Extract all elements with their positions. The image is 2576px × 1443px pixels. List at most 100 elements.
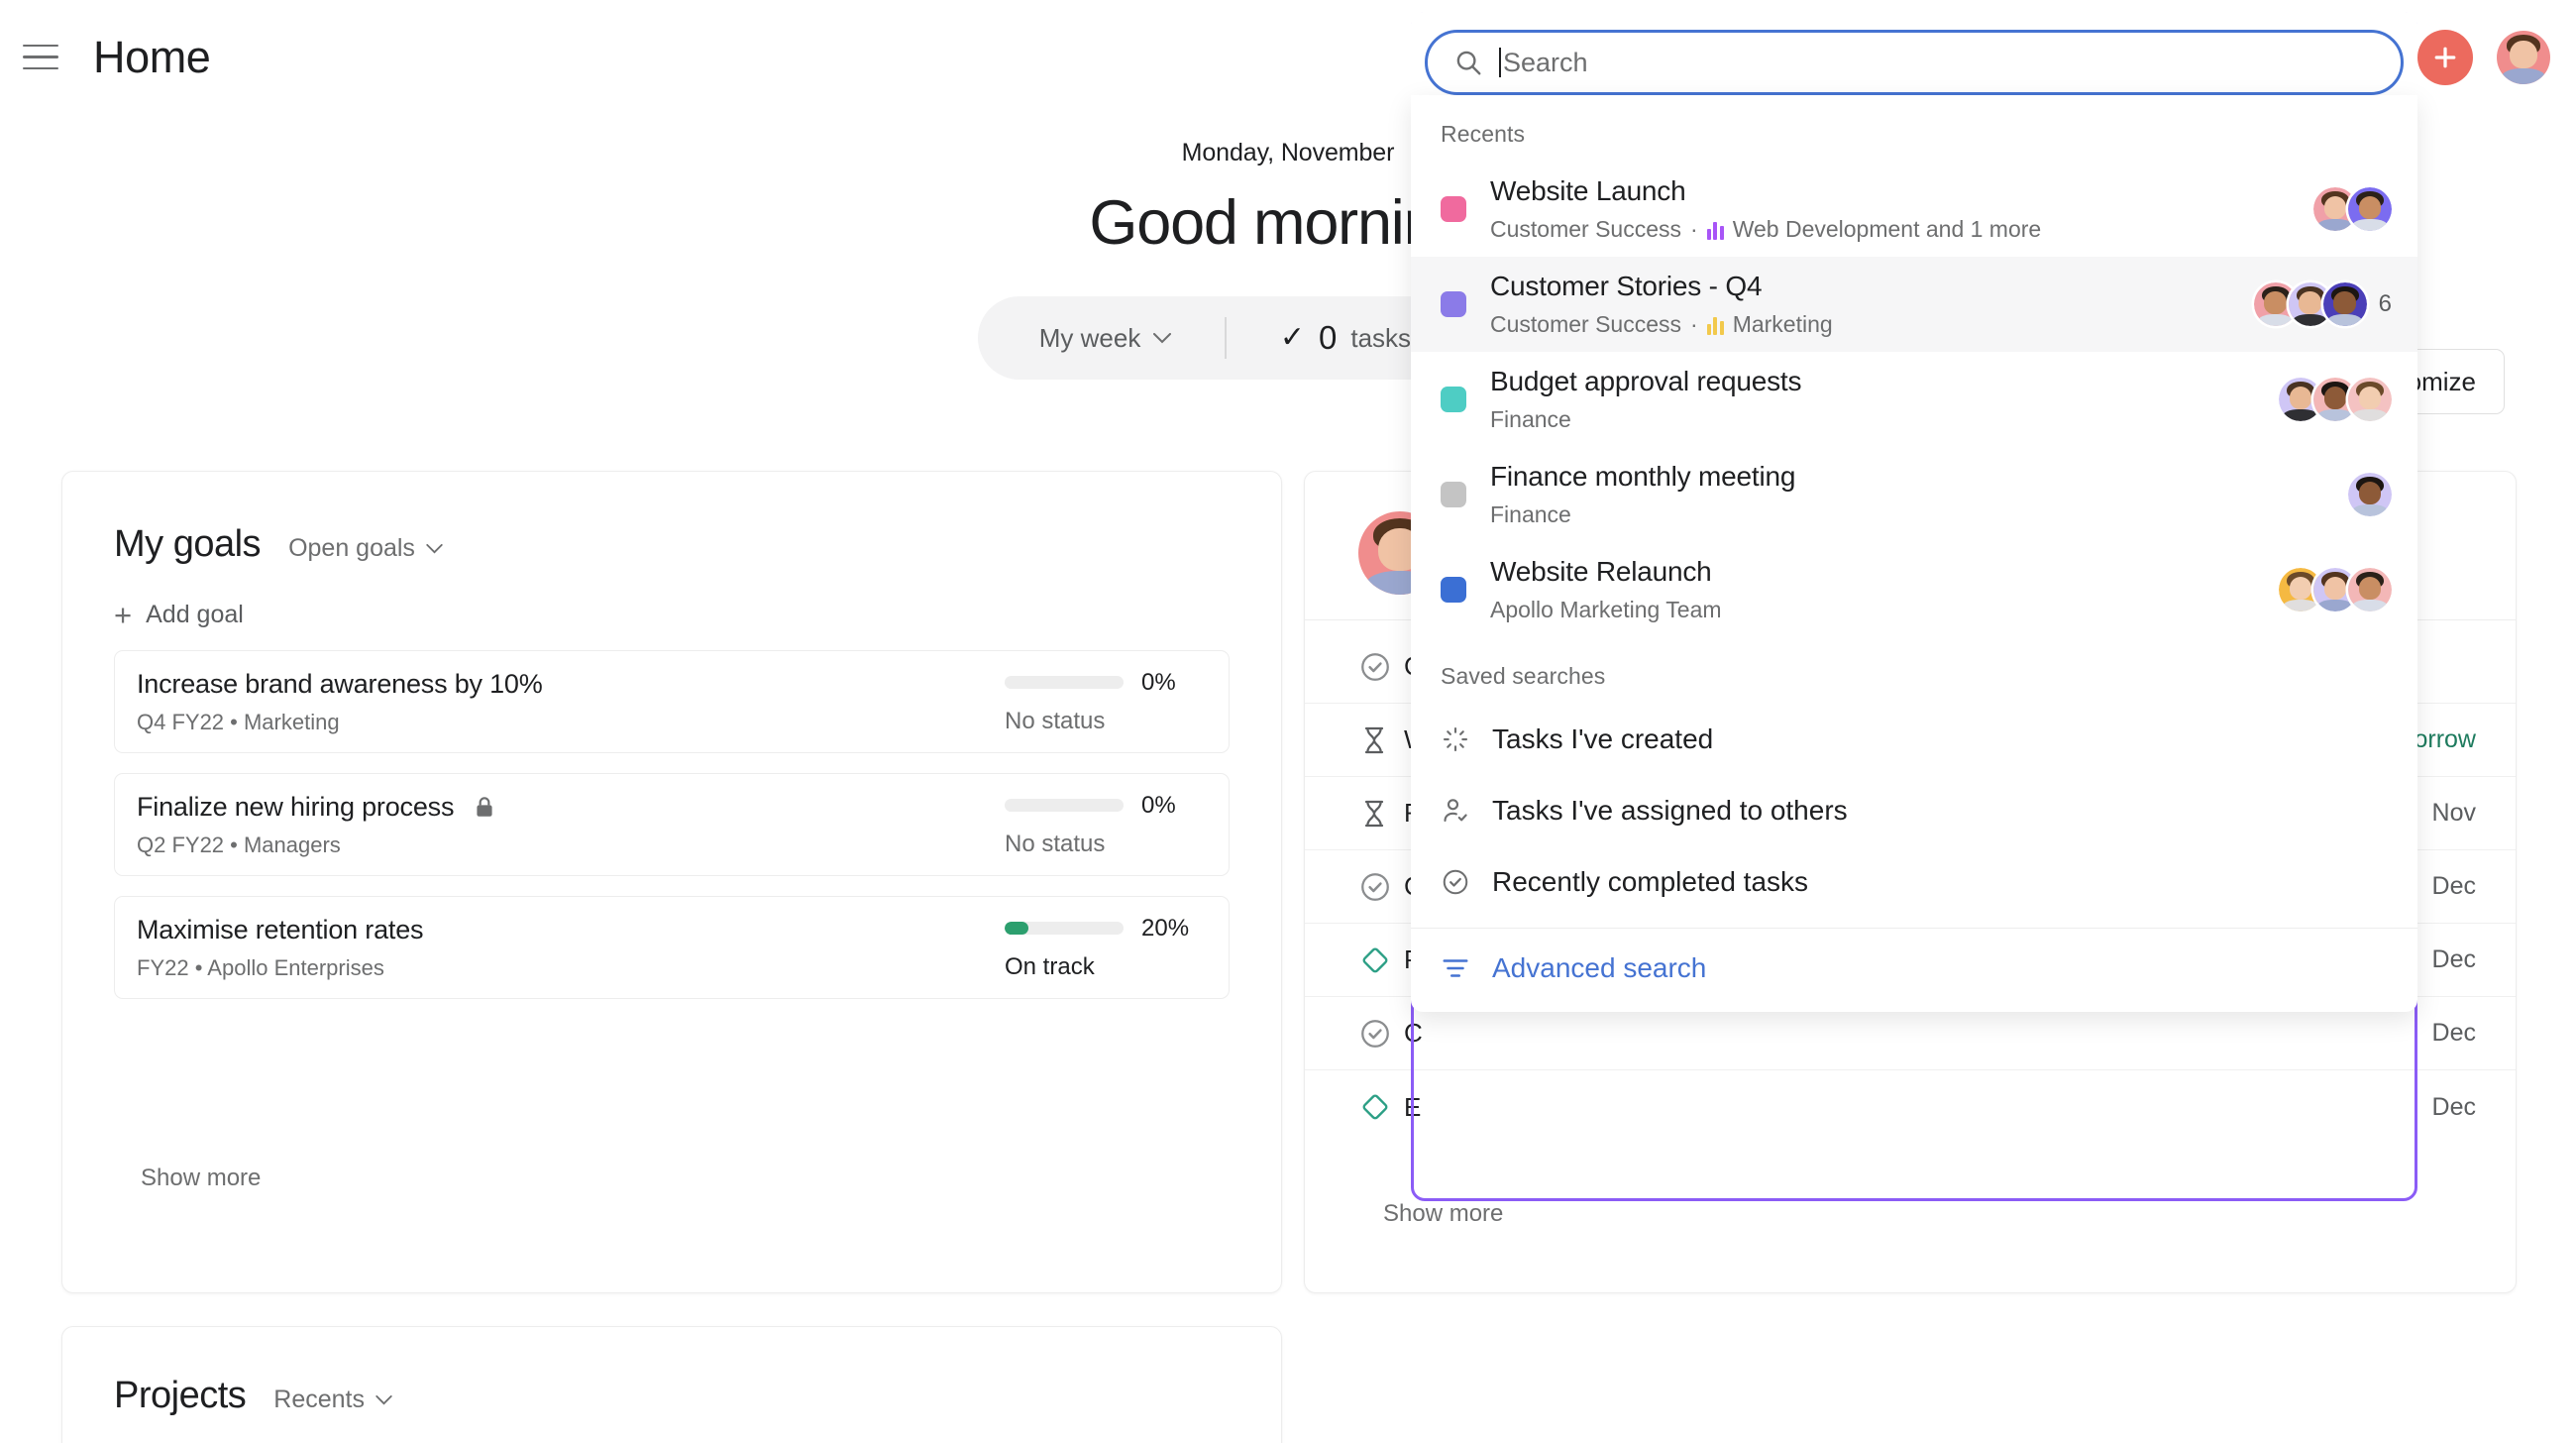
project-color-swatch xyxy=(1441,291,1466,317)
goal-row[interactable]: Finalize new hiring process Q2 FY22 • Ma… xyxy=(114,773,1230,876)
person-check-icon xyxy=(1441,796,1492,826)
status-badge: On track xyxy=(1005,952,1095,980)
check-circle-icon xyxy=(1361,652,1389,681)
recent-item-subtitle: Customer Success · Web Development and 1 … xyxy=(1490,216,2042,242)
recent-item-text: Customer Stories - Q4 Customer Success · … xyxy=(1490,271,2236,338)
recent-item-subtitle: Apollo Marketing Team xyxy=(1490,597,1722,622)
task-name: E xyxy=(1404,1091,1422,1122)
check-circle-icon xyxy=(1361,1019,1389,1048)
top-bar-actions xyxy=(2417,0,2550,114)
goals-show-more[interactable]: Show more xyxy=(141,1165,261,1192)
progress-bar xyxy=(1005,922,1124,935)
hourglass-icon xyxy=(1364,800,1384,827)
my-goals-title: My goals xyxy=(114,523,262,565)
goal-row[interactable]: Increase brand awareness by 10% Q4 FY22 … xyxy=(114,650,1230,753)
diamond-icon[interactable] xyxy=(1358,944,1404,977)
avatar xyxy=(2348,568,2392,611)
app-root: Home Monday, November Good morning, My w… xyxy=(0,0,2576,1443)
hourglass-icon[interactable] xyxy=(1358,798,1404,830)
recent-item-title: Website Relaunch xyxy=(1490,556,1712,587)
avatar xyxy=(2322,282,2367,326)
task-due-date: Dec xyxy=(2431,945,2476,973)
search-field-container: Search xyxy=(1411,12,2417,95)
hourglass-icon xyxy=(1364,726,1384,753)
search-input[interactable]: Search xyxy=(1425,30,2404,95)
avatar xyxy=(2348,378,2392,421)
goal-info: Increase brand awareness by 10% Q4 FY22 … xyxy=(137,669,543,735)
person-check-icon xyxy=(1444,799,1467,823)
saved-searches-label: Saved searches xyxy=(1441,663,1606,689)
recent-item-title: Budget approval requests xyxy=(1490,366,1802,396)
create-button[interactable] xyxy=(2417,29,2473,85)
filter-icon xyxy=(1441,953,1492,983)
goal-progress: 0% xyxy=(1005,792,1203,820)
goal-list: Increase brand awareness by 10% Q4 FY22 … xyxy=(62,650,1281,999)
goal-name: Maximise retention rates xyxy=(137,914,424,944)
saved-search-item[interactable]: Tasks I've created xyxy=(1411,704,2417,775)
check-circle-icon[interactable] xyxy=(1358,1017,1404,1051)
table-row[interactable]: E Dec xyxy=(1305,1070,2516,1144)
my-goals-header: My goals Open goals xyxy=(62,472,1281,566)
recent-item-subtitle: Customer Success · Marketing xyxy=(1490,311,1833,337)
goal-info: Maximise retention rates FY22 • Apollo E… xyxy=(137,914,424,981)
recent-item[interactable]: Budget approval requests Finance xyxy=(1411,352,2417,447)
tasks-show-more[interactable]: Show more xyxy=(1383,1200,1503,1228)
progress-bar xyxy=(1005,799,1124,812)
task-name: C xyxy=(1404,1018,1423,1048)
advanced-search-label: Advanced search xyxy=(1492,952,1707,983)
recent-item-subtitle: Finance xyxy=(1490,406,1571,432)
sparkle-icon xyxy=(1441,724,1492,754)
status-badge: No status xyxy=(1005,830,1106,857)
goals-filter-label: Open goals xyxy=(288,534,415,562)
task-due-date: Dec xyxy=(2431,1019,2476,1047)
goal-percent: 20% xyxy=(1141,914,1190,942)
text-caret xyxy=(1499,48,1501,77)
diamond-icon xyxy=(1362,947,1388,972)
diamond-icon[interactable] xyxy=(1358,1090,1404,1124)
search-overlay: Search Recents Website Launch Customer S… xyxy=(1411,12,2417,1012)
advanced-search-button[interactable]: Advanced search xyxy=(1411,929,2417,1004)
projects-header: Projects Recents xyxy=(62,1327,1281,1417)
goal-progress: 20% xyxy=(1005,915,1203,943)
goal-status-group: 0% No status xyxy=(1005,792,1203,858)
avatar xyxy=(2348,187,2392,231)
add-goal-button[interactable]: + Add goal xyxy=(114,600,1281,630)
status-badge: No status xyxy=(1005,707,1106,734)
plus-icon xyxy=(2434,47,2456,67)
check-circle-icon xyxy=(1361,872,1389,901)
avatar-group xyxy=(2313,187,2392,231)
projects-filter-dropdown[interactable]: Recents xyxy=(273,1386,392,1414)
recent-item-title: Customer Stories - Q4 xyxy=(1490,271,1763,301)
goal-meta: FY22 • Apollo Enterprises xyxy=(137,954,384,980)
goal-row[interactable]: Maximise retention rates FY22 • Apollo E… xyxy=(114,896,1230,999)
lock-icon xyxy=(477,797,492,817)
avatar-group xyxy=(2279,378,2392,421)
recent-item[interactable]: Finance monthly meeting Finance xyxy=(1411,447,2417,542)
goal-progress: 0% xyxy=(1005,669,1203,697)
saved-search-label: Tasks I've assigned to others xyxy=(1492,795,1848,826)
task-due-date: Dec xyxy=(2431,1092,2476,1121)
hamburger-icon[interactable] xyxy=(14,31,67,84)
recent-item[interactable]: Customer Stories - Q4 Customer Success · … xyxy=(1411,257,2417,352)
saved-searches-list: Tasks I've created Tasks I've assigned t… xyxy=(1411,704,2417,918)
recent-item-title: Finance monthly meeting xyxy=(1490,461,1796,492)
recent-item[interactable]: Website Launch Customer Success · Web Dev… xyxy=(1411,162,2417,257)
check-circle-icon[interactable] xyxy=(1358,870,1404,904)
check-circle-icon xyxy=(1441,867,1492,897)
projects-card: Projects Recents xyxy=(61,1326,1282,1443)
projects-filter-label: Recents xyxy=(273,1386,365,1413)
diamond-icon xyxy=(1362,1094,1388,1120)
recent-item[interactable]: Website Relaunch Apollo Marketing Team xyxy=(1411,542,2417,637)
goals-filter-dropdown[interactable]: Open goals xyxy=(288,534,443,563)
avatar[interactable] xyxy=(2497,30,2550,84)
saved-search-label: Tasks I've created xyxy=(1492,723,1714,754)
chevron-down-icon xyxy=(1153,332,1172,343)
goal-info: Finalize new hiring process Q2 FY22 • Ma… xyxy=(137,792,497,858)
week-selector[interactable]: My week xyxy=(1039,323,1172,354)
chevron-down-icon xyxy=(426,543,443,553)
goal-status-group: 20% On track xyxy=(1005,915,1203,981)
saved-search-item[interactable]: Recently completed tasks xyxy=(1411,846,2417,918)
hourglass-icon[interactable] xyxy=(1358,724,1404,756)
saved-search-item[interactable]: Tasks I've assigned to others xyxy=(1411,775,2417,846)
check-circle-icon[interactable] xyxy=(1358,650,1404,684)
